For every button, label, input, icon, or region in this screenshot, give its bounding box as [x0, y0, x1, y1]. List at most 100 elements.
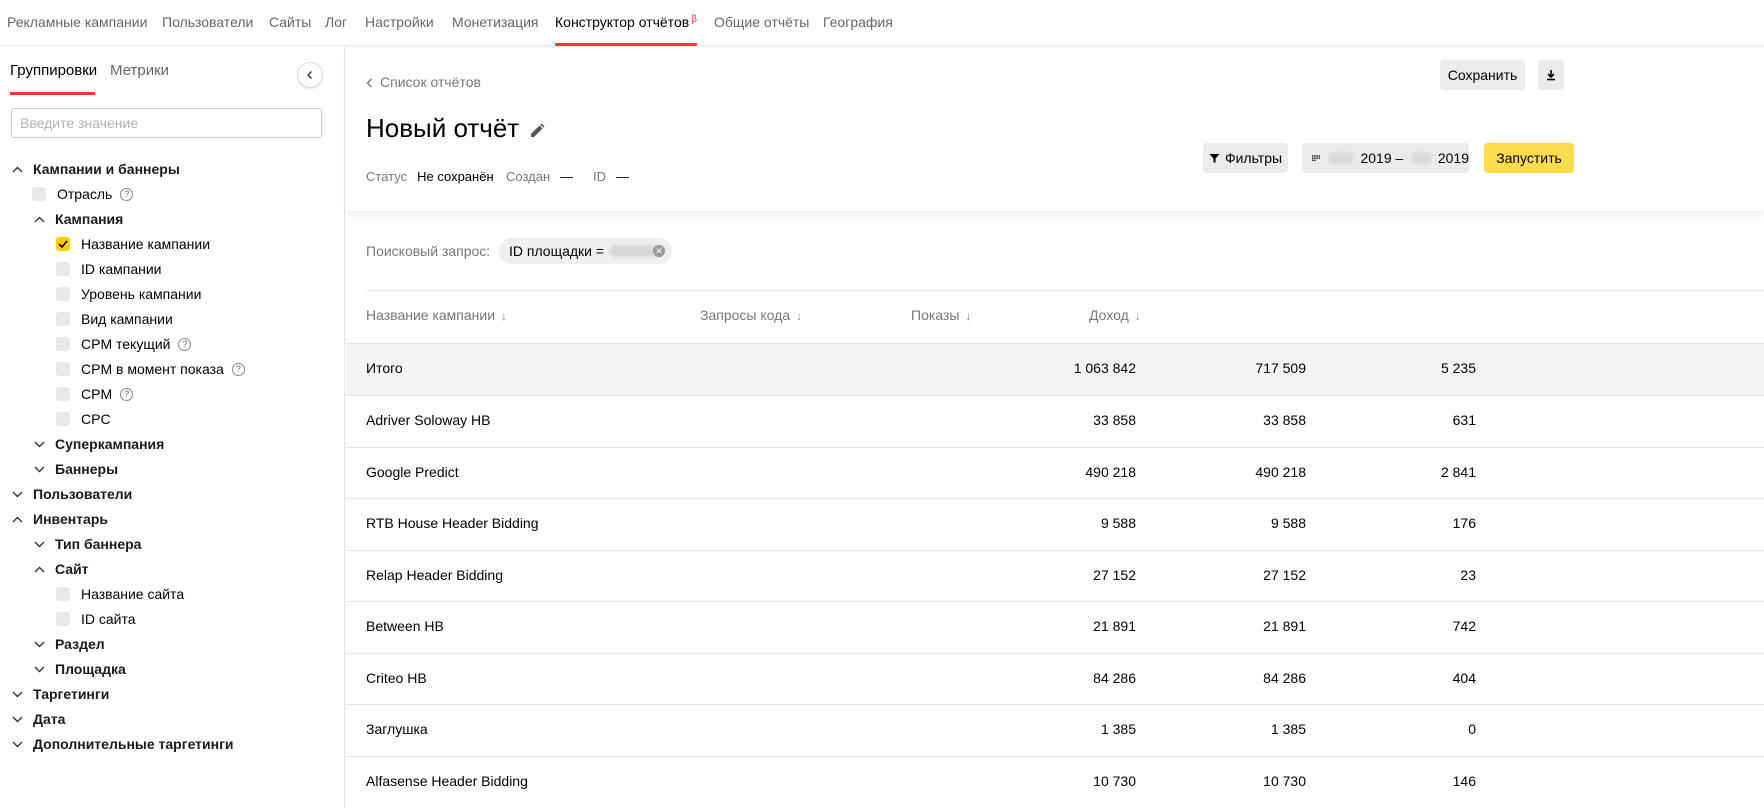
collapse-sidebar-button[interactable]: [297, 62, 323, 88]
checkbox[interactable]: [56, 337, 70, 351]
tree-item-label: Отрасль: [57, 186, 113, 202]
chevron-down-icon[interactable]: [10, 737, 24, 751]
tree-item[interactable]: Отрасль?: [32, 183, 134, 205]
remove-filter-icon[interactable]: ✕: [653, 245, 665, 257]
help-icon[interactable]: ?: [120, 187, 134, 201]
tree-item[interactable]: CPM в момент показа?: [56, 358, 245, 380]
checkbox[interactable]: [56, 287, 70, 301]
tree-item[interactable]: Пользователи: [10, 483, 132, 505]
checkbox[interactable]: [56, 412, 70, 426]
filters-button[interactable]: Фильтры: [1203, 143, 1288, 173]
nav-item-monetization[interactable]: Монетизация: [452, 14, 539, 30]
checkbox[interactable]: [56, 387, 70, 401]
help-icon[interactable]: ?: [178, 337, 192, 351]
chevron-down-icon[interactable]: [32, 637, 46, 651]
chevron-up-icon[interactable]: [10, 512, 24, 526]
tree-item-label: Таргетинги: [33, 686, 110, 702]
tree-item[interactable]: Уровень кампании: [56, 283, 201, 305]
column-header-income[interactable]: Доход ↓: [1089, 307, 1141, 323]
checkbox[interactable]: [56, 587, 70, 601]
total-income: 5 235: [1440, 360, 1476, 376]
tree-item[interactable]: Инвентарь: [10, 508, 108, 530]
checkbox[interactable]: [56, 237, 70, 251]
tree-item[interactable]: CPM?: [56, 383, 134, 405]
shows-cell: 1 385: [1270, 721, 1306, 737]
income-cell: 631: [1452, 412, 1476, 428]
chevron-down-icon[interactable]: [32, 462, 46, 476]
tree-item[interactable]: Суперкампания: [32, 433, 164, 455]
back-to-reports-link[interactable]: Список отчётов: [366, 74, 481, 90]
save-button[interactable]: Сохранить: [1440, 60, 1525, 90]
sort-arrow-icon: ↓: [796, 309, 803, 323]
table-row[interactable]: Adriver Soloway HB 33 858 33 858 631: [346, 395, 1764, 447]
tree-item[interactable]: Баннеры: [32, 458, 118, 480]
run-report-button[interactable]: Запустить: [1484, 143, 1574, 173]
requests-cell: 490 218: [1085, 463, 1136, 480]
tree-item[interactable]: Площадка: [32, 658, 126, 680]
table-row[interactable]: Заглушка 1 385 1 385 0: [346, 704, 1764, 756]
chevron-up-icon[interactable]: [32, 562, 46, 576]
tree-item-label: Дополнительные таргетинги: [33, 736, 234, 752]
tree-item[interactable]: Раздел: [32, 633, 105, 655]
tree-item[interactable]: ID сайта: [56, 608, 136, 630]
tree-item[interactable]: Тип баннера: [32, 533, 141, 555]
nav-item-users[interactable]: Пользователи: [162, 14, 253, 30]
table-row[interactable]: Alfasense Header Bidding 10 730 10 730 146: [346, 755, 1764, 808]
column-header-campaign-name[interactable]: Название кампании ↓: [366, 307, 507, 323]
nav-item-sites[interactable]: Сайты: [269, 14, 311, 30]
income-cell: 176: [1452, 515, 1476, 531]
checkbox[interactable]: [32, 187, 46, 201]
checkbox[interactable]: [56, 362, 70, 376]
tree-item[interactable]: Название сайта: [56, 583, 184, 605]
column-header-shows[interactable]: Показы ↓: [911, 307, 971, 323]
nav-item-ad-campaigns[interactable]: Рекламные кампании: [7, 14, 147, 30]
chevron-down-icon[interactable]: [32, 437, 46, 451]
nav-item-log[interactable]: Лог: [325, 14, 347, 30]
tree-item[interactable]: Дата: [10, 708, 65, 730]
nav-item-geography[interactable]: География: [823, 14, 893, 30]
chevron-down-icon[interactable]: [32, 537, 46, 551]
help-icon[interactable]: ?: [120, 387, 134, 401]
tree-item[interactable]: Сайт: [32, 558, 89, 580]
active-nav-underline: [555, 43, 697, 46]
pencil-icon[interactable]: [528, 122, 546, 140]
table-row[interactable]: Between HB 21 891 21 891 742: [346, 601, 1764, 653]
nav-item-settings[interactable]: Настройки: [365, 14, 434, 30]
chevron-up-icon[interactable]: [10, 162, 24, 176]
tree-item[interactable]: Название кампании: [56, 233, 210, 255]
checkbox[interactable]: [56, 612, 70, 626]
checkbox[interactable]: [56, 262, 70, 276]
download-button[interactable]: [1538, 60, 1564, 90]
chevron-down-icon[interactable]: [32, 662, 46, 676]
tree-item[interactable]: Вид кампании: [56, 308, 173, 330]
chevron-down-icon[interactable]: [10, 712, 24, 726]
chevron-up-icon[interactable]: [32, 212, 46, 226]
table-row[interactable]: RTB House Header Bidding 9 588 9 588 176: [346, 498, 1764, 550]
column-header-code-requests[interactable]: Запросы кода ↓: [700, 307, 802, 323]
chevron-down-icon[interactable]: [10, 687, 24, 701]
grouping-search-input[interactable]: [11, 108, 322, 138]
campaign-name-cell: Alfasense Header Bidding: [366, 772, 528, 789]
nav-item-report-builder[interactable]: Конструктор отчётов β: [555, 14, 697, 30]
tree-item[interactable]: CPC: [56, 408, 111, 430]
tree-item[interactable]: Кампания: [32, 208, 123, 230]
tree-item[interactable]: Дополнительные таргетинги: [10, 733, 234, 755]
total-shows: 717 509: [1255, 360, 1306, 376]
table-row[interactable]: Criteo HB 84 286 84 286 404: [346, 652, 1764, 705]
checkbox[interactable]: [56, 312, 70, 326]
query-filter-chip[interactable]: ID площадки = ✕: [499, 238, 672, 264]
tree-item[interactable]: Таргетинги: [10, 683, 109, 705]
help-icon[interactable]: ?: [231, 362, 245, 376]
table-row[interactable]: Relap Header Bidding 27 152 27 152 23: [346, 549, 1764, 602]
table-row[interactable]: Google Predict 490 218 490 218 2 841: [346, 446, 1764, 499]
tree-item-label: Вид кампании: [81, 311, 173, 327]
tree-item[interactable]: CPM текущий?: [56, 333, 192, 355]
chevron-down-icon[interactable]: [10, 487, 24, 501]
tree-item[interactable]: Кампании и баннеры: [10, 158, 180, 180]
tree-item[interactable]: ID кампании: [56, 258, 161, 280]
tab-metrics[interactable]: Метрики: [110, 62, 169, 79]
tab-groupings[interactable]: Группировки: [10, 62, 97, 79]
sort-arrow-icon: ↓: [965, 309, 972, 323]
nav-item-general-reports[interactable]: Общие отчёты: [714, 14, 809, 30]
date-range-picker[interactable]: 2019 – 2019: [1302, 143, 1469, 173]
